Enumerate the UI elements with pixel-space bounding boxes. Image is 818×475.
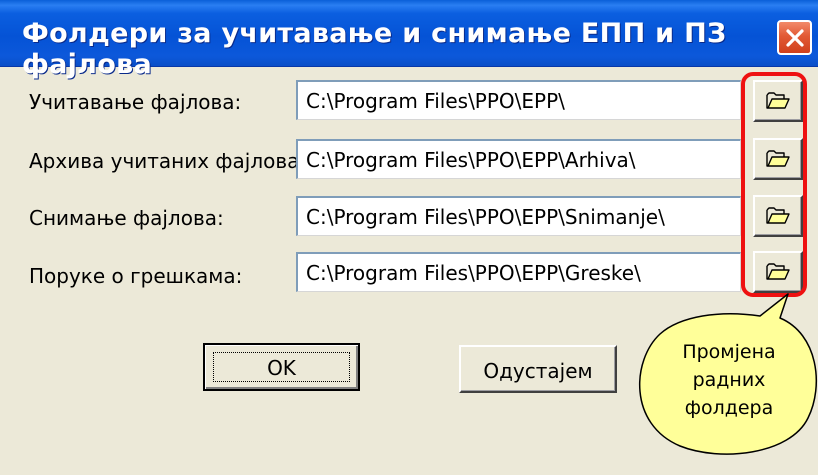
error-messages-path-input[interactable]: C:\Program Files\PPO\EPP\Greske\ — [296, 252, 741, 292]
cancel-button-label: Одустајем — [483, 359, 593, 383]
ok-button-label: OK — [267, 356, 296, 380]
callout-line-2: радних — [692, 369, 766, 391]
label-save-files: Снимање фајлова: — [29, 206, 224, 230]
load-files-path-input[interactable]: C:\Program Files\PPO\EPP\ — [296, 80, 741, 120]
label-archive-files: Архива учитаних фајлова: — [29, 149, 307, 173]
save-files-path-input[interactable]: C:\Program Files\PPO\EPP\Snimanje\ — [296, 196, 741, 236]
window-title: Фолдери за учитавање и снимање ЕПП и ПЗ … — [22, 18, 727, 80]
archive-files-path-input[interactable]: C:\Program Files\PPO\EPP\Arhiva\ — [296, 139, 741, 179]
callout-text: Промјена радних фолдера — [654, 338, 804, 422]
dialog-window: Фолдери за учитавање и снимање ЕПП и ПЗ … — [0, 0, 818, 475]
label-error-messages: Поруке о грешкама: — [29, 264, 243, 288]
close-icon — [786, 29, 804, 47]
ok-button[interactable]: OK — [203, 343, 360, 391]
close-button[interactable] — [777, 20, 812, 55]
cancel-button[interactable]: Одустајем — [459, 345, 617, 393]
title-bar[interactable]: Фолдери за учитавање и снимање ЕПП и ПЗ … — [0, 0, 818, 80]
callout-line-3: фолдера — [684, 397, 774, 419]
browse-buttons-highlight — [741, 72, 807, 297]
label-load-files: Учитавање фајлова: — [29, 90, 242, 114]
callout-line-1: Промјена — [682, 341, 776, 363]
